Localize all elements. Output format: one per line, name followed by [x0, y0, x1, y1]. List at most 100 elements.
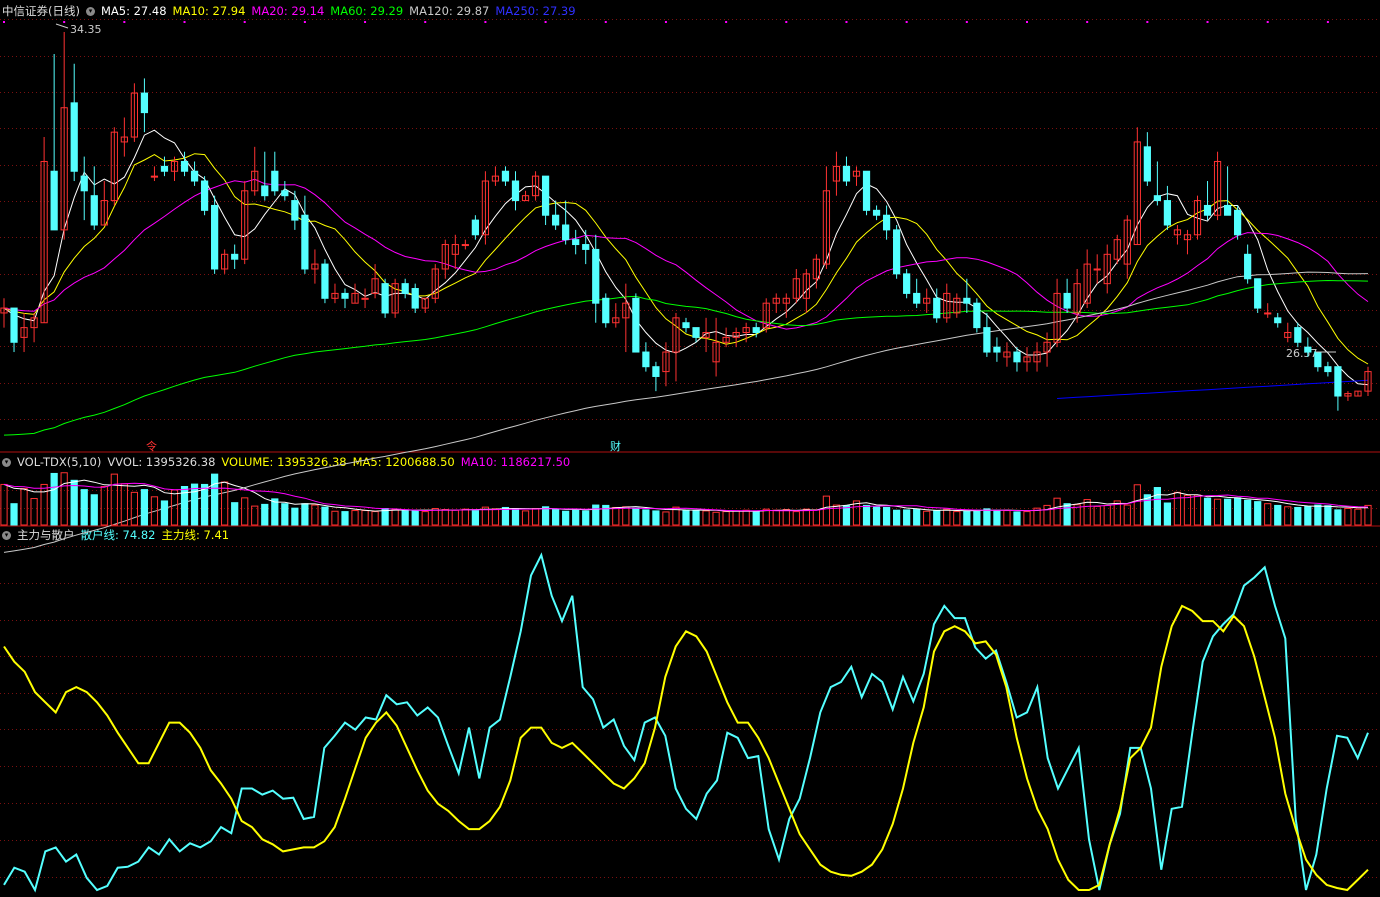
- volume-bar: [923, 510, 931, 526]
- volume-bar: [582, 510, 590, 526]
- candle-body: [692, 327, 700, 338]
- candle-body: [211, 204, 219, 270]
- signal-dot: [1206, 21, 1209, 23]
- volume-bar: [491, 508, 500, 526]
- candle-body: [1314, 351, 1322, 368]
- candle-body: [10, 307, 18, 343]
- candle-body: [401, 283, 409, 294]
- volume-bar: [100, 486, 108, 526]
- volume-bar: [692, 510, 700, 526]
- volume-bar: [572, 509, 580, 526]
- volume-bar: [10, 503, 18, 526]
- candle-body: [461, 244, 469, 247]
- volume-bar: [501, 506, 510, 526]
- candle-body: [1244, 253, 1252, 280]
- volume-bar: [70, 479, 78, 526]
- volume-bar: [1264, 503, 1272, 526]
- volume-bar: [120, 483, 128, 526]
- volume-bar: [160, 500, 169, 526]
- volume-bar: [612, 506, 620, 526]
- signal-dot: [63, 21, 66, 23]
- candle-body: [642, 351, 650, 368]
- volume-bar: [893, 509, 901, 526]
- volume-bar: [882, 506, 891, 526]
- volume-bar: [411, 510, 419, 526]
- candle-body: [501, 170, 510, 182]
- volume-bar: [261, 503, 269, 526]
- volume-bar: [241, 497, 249, 526]
- candle-body: [321, 263, 329, 299]
- signal-dot: [785, 21, 788, 23]
- volume-bar: [852, 500, 861, 526]
- volume-bar: [963, 510, 971, 526]
- volume-bar: [170, 489, 179, 526]
- candle-body: [341, 292, 349, 299]
- volume-bar: [511, 508, 520, 526]
- volume-bar: [391, 509, 399, 526]
- candle-body: [893, 229, 901, 275]
- candle-body: [381, 283, 389, 314]
- candle-body: [963, 297, 971, 304]
- volume-bar: [541, 506, 550, 526]
- volume-bar: [401, 509, 409, 526]
- volume-bar: [973, 509, 981, 526]
- signal-dot: [364, 21, 367, 23]
- candle-body: [572, 239, 580, 246]
- main-force-line: [3, 604, 1369, 892]
- volume-bar: [321, 506, 329, 526]
- volume-bar: [943, 508, 951, 526]
- volume-bar: [531, 508, 540, 526]
- volume-bar: [1254, 501, 1262, 526]
- candle-body: [80, 175, 88, 192]
- ma60-line: [3, 279, 1369, 436]
- volume-bar: [521, 510, 530, 526]
- volume-bar: [642, 509, 650, 526]
- volume-bar: [140, 489, 149, 526]
- signal-dot: [1326, 21, 1329, 23]
- volume-bar: [1103, 504, 1111, 526]
- candle-body: [552, 214, 560, 226]
- volume-bar: [1203, 497, 1212, 526]
- signal-dot: [1026, 21, 1028, 23]
- volume-bar: [1284, 506, 1292, 526]
- volume-bar: [361, 510, 369, 526]
- volume-bar: [622, 506, 630, 526]
- volume-bar: [1344, 508, 1352, 526]
- signal-dot: [1086, 21, 1089, 23]
- volume-bar: [1163, 502, 1172, 526]
- volume-bar: [903, 509, 911, 526]
- candle-body: [632, 297, 640, 353]
- volume-bar: [872, 506, 881, 526]
- volume-bar: [762, 508, 770, 526]
- retail-line: [3, 552, 1369, 893]
- volume-bar: [562, 510, 570, 526]
- candle-body: [1234, 209, 1242, 236]
- volume-bar: [291, 507, 299, 526]
- volume-bar: [782, 509, 790, 526]
- volume-bar: [1354, 508, 1362, 526]
- candle-body: [261, 185, 269, 197]
- candle-body: [602, 297, 610, 324]
- candle-body: [903, 273, 911, 294]
- candle-body: [1334, 366, 1342, 397]
- volume-bar: [0, 483, 8, 526]
- candle-body: [842, 165, 851, 182]
- volume-bar: [110, 473, 118, 526]
- candle-body: [933, 297, 941, 319]
- volume-bar: [812, 509, 820, 526]
- volume-bar: [933, 510, 941, 526]
- volume-bar: [732, 510, 740, 526]
- candle-body: [231, 253, 239, 260]
- candle-body: [1294, 327, 1302, 343]
- volume-bar: [1083, 499, 1091, 526]
- volume-bar: [331, 510, 339, 526]
- candle-body: [1153, 195, 1161, 202]
- stock-chart[interactable]: [0, 0, 1380, 897]
- candle-body: [582, 244, 590, 250]
- volume-bar: [802, 508, 810, 526]
- signal-dot: [905, 21, 908, 23]
- volume-bar: [752, 510, 760, 526]
- volume-bar: [1173, 491, 1182, 526]
- candle-body: [511, 180, 520, 202]
- volume-bar: [1053, 497, 1061, 526]
